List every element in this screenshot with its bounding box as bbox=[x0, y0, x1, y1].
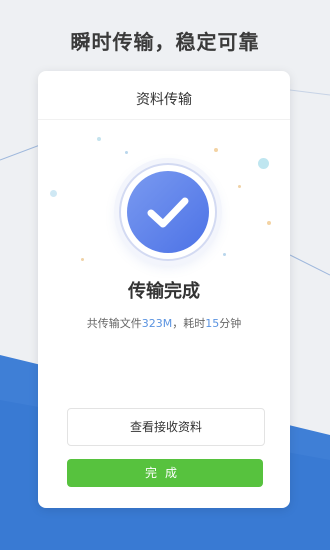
decor-dot bbox=[258, 158, 269, 169]
decor-dot bbox=[50, 190, 57, 197]
decor-dot bbox=[267, 221, 271, 225]
status-title: 传输完成 bbox=[128, 281, 200, 302]
decor-dot bbox=[214, 148, 218, 152]
card-divider bbox=[38, 119, 290, 120]
transfer-size: 323M bbox=[141, 317, 173, 330]
transfer-summary: 共传输文件323M，耗时15分钟 bbox=[38, 315, 290, 331]
status-badge bbox=[119, 163, 217, 261]
status-circle bbox=[127, 171, 209, 253]
summary-middle: ，耗时 bbox=[172, 317, 206, 330]
headline: 瞬时传输，稳定可靠 bbox=[70, 30, 260, 54]
view-received-files-button[interactable]: 查看接收资料 bbox=[67, 408, 265, 446]
transfer-card: 资料传输 传输完成 共传输文件323M，耗时15分钟 查看接收资料 完成 bbox=[38, 71, 290, 508]
decor-dot bbox=[238, 185, 241, 188]
decor-dot bbox=[125, 151, 128, 154]
decor-dot bbox=[97, 137, 101, 141]
summary-suffix: 分钟 bbox=[219, 317, 242, 330]
card-title: 资料传输 bbox=[136, 92, 192, 108]
decor-dot bbox=[223, 253, 226, 256]
summary-prefix: 共传输文件 bbox=[86, 317, 142, 330]
done-button[interactable]: 完成 bbox=[67, 459, 263, 487]
checkmark-icon bbox=[147, 197, 189, 228]
transfer-duration: 15 bbox=[205, 317, 220, 330]
decor-dot bbox=[81, 258, 84, 261]
